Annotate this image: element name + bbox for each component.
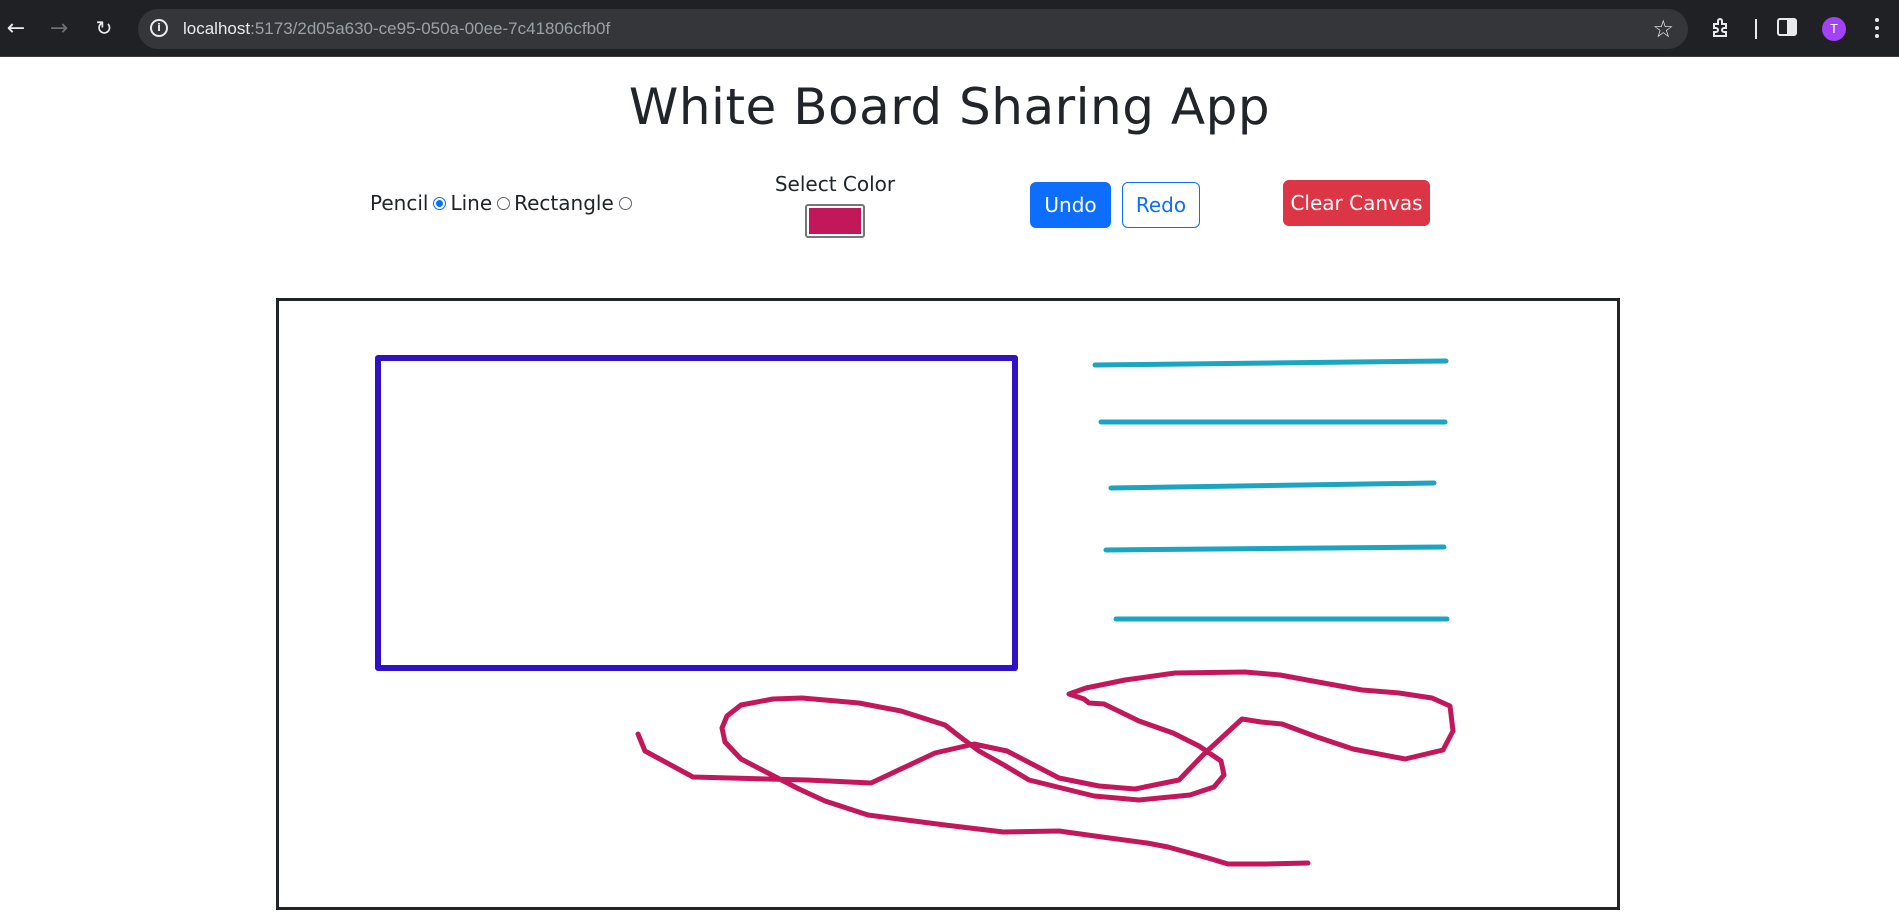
side-panel-icon[interactable] xyxy=(1776,16,1798,42)
color-swatch xyxy=(809,208,861,234)
clear-canvas-button[interactable]: Clear Canvas xyxy=(1283,180,1430,226)
page-title: White Board Sharing App xyxy=(628,78,1271,136)
rectangle-radio[interactable] xyxy=(618,196,632,210)
back-arrow-icon[interactable]: ← xyxy=(2,14,30,42)
tool-selector: Pencil Line Rectangle xyxy=(370,191,636,215)
drawn-pencil-stroke xyxy=(635,669,1456,867)
drawing-surface[interactable] xyxy=(279,301,1617,907)
pencil-radio[interactable] xyxy=(433,196,447,210)
drawn-line xyxy=(1103,544,1447,553)
browser-toolbar: ← → ↻ i localhost:5173/2d05a630-ce95-050… xyxy=(0,0,1899,57)
site-info-icon[interactable]: i xyxy=(150,19,168,37)
redo-button[interactable]: Redo xyxy=(1122,182,1200,228)
address-bar[interactable]: i localhost:5173/2d05a630-ce95-050a-00ee… xyxy=(138,9,1688,49)
tool-label-pencil: Pencil xyxy=(370,191,429,215)
url-host: localhost xyxy=(183,19,251,38)
url-text[interactable]: localhost:5173/2d05a630-ce95-050a-00ee-7… xyxy=(183,19,610,39)
whiteboard-canvas[interactable] xyxy=(276,298,1620,910)
forward-arrow-icon[interactable]: → xyxy=(45,14,73,42)
toolbar-divider xyxy=(1755,19,1757,39)
extensions-icon[interactable] xyxy=(1710,16,1734,44)
reload-icon[interactable]: ↻ xyxy=(90,14,118,42)
bookmark-star-icon[interactable]: ☆ xyxy=(1652,15,1674,43)
url-path: :5173/2d05a630-ce95-050a-00ee-7c41806cfb… xyxy=(250,19,611,38)
tool-label-line: Line xyxy=(450,191,493,215)
undo-button[interactable]: Undo xyxy=(1030,182,1111,228)
more-menu-icon[interactable] xyxy=(1873,16,1881,44)
profile-avatar[interactable]: T xyxy=(1822,17,1846,41)
tool-label-rectangle: Rectangle xyxy=(514,191,614,215)
color-picker-input[interactable] xyxy=(805,204,865,238)
drawn-rectangle xyxy=(375,355,1018,671)
color-picker-group: Select Color xyxy=(760,172,910,238)
drawn-line xyxy=(1092,358,1449,368)
color-picker-label: Select Color xyxy=(774,172,896,196)
line-radio[interactable] xyxy=(497,196,511,210)
drawn-line xyxy=(1108,480,1437,491)
